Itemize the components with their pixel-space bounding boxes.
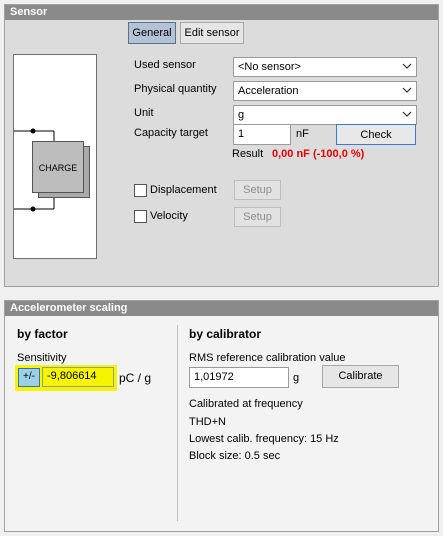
chevron-down-icon bbox=[402, 111, 412, 117]
sensor-diagram: CHARGE bbox=[13, 54, 97, 259]
used-sensor-select[interactable]: <No sensor> bbox=[233, 57, 417, 77]
tab-edit-sensor[interactable]: Edit sensor bbox=[180, 22, 244, 44]
calibrated-at-text: Calibrated at frequency bbox=[189, 398, 303, 410]
by-factor-heading: by factor bbox=[17, 327, 68, 341]
capacity-target-unit: nF bbox=[296, 128, 309, 140]
unit-label: Unit bbox=[134, 107, 154, 119]
capacity-target-label: Capacity target bbox=[134, 127, 208, 139]
physical-quantity-select[interactable]: Acceleration bbox=[233, 81, 417, 101]
displacement-setup-button[interactable]: Setup bbox=[234, 180, 281, 200]
velocity-checkbox[interactable] bbox=[134, 210, 147, 223]
block-size-text: Block size: 0.5 sec bbox=[189, 450, 281, 462]
capacity-target-input[interactable]: 1 bbox=[233, 124, 291, 145]
check-button[interactable]: Check bbox=[336, 124, 416, 145]
calibrate-button[interactable]: Calibrate bbox=[322, 365, 399, 388]
chevron-down-icon bbox=[402, 63, 412, 69]
lowest-freq-text: Lowest calib. frequency: 15 Hz bbox=[189, 433, 339, 445]
chevron-down-icon bbox=[402, 87, 412, 93]
used-sensor-label: Used sensor bbox=[134, 59, 196, 71]
rms-label: RMS reference calibration value bbox=[189, 352, 346, 364]
physical-quantity-value: Acceleration bbox=[238, 85, 299, 97]
velocity-setup-button[interactable]: Setup bbox=[234, 207, 281, 227]
sensitivity-input[interactable]: -9,806614 bbox=[42, 367, 114, 387]
result-value: 0,00 nF (-100,0 %) bbox=[272, 148, 365, 160]
rms-input[interactable]: 1,01972 bbox=[189, 367, 289, 388]
velocity-label: Velocity bbox=[150, 210, 188, 222]
sensitivity-label: Sensitivity bbox=[17, 352, 67, 364]
column-divider bbox=[177, 325, 178, 521]
unit-value: g bbox=[238, 109, 245, 121]
physical-quantity-label: Physical quantity bbox=[134, 83, 217, 95]
by-calibrator-heading: by calibrator bbox=[189, 327, 262, 341]
result-label: Result bbox=[232, 148, 264, 160]
scaling-panel: Accelerometer scaling by factor Sensitiv… bbox=[4, 300, 439, 532]
charge-box: CHARGE bbox=[32, 141, 84, 193]
sensor-panel: Sensor General Edit sensor CHARGE Used s… bbox=[4, 4, 439, 287]
rms-unit: g bbox=[293, 372, 300, 384]
unit-select[interactable]: g bbox=[233, 105, 417, 125]
sensitivity-unit: pC / g bbox=[119, 371, 152, 385]
sign-toggle-button[interactable]: +/- bbox=[18, 368, 40, 387]
sensor-panel-title: Sensor bbox=[5, 5, 438, 20]
displacement-label: Displacement bbox=[150, 184, 217, 196]
thd-text: THD+N bbox=[189, 416, 226, 428]
scaling-panel-title: Accelerometer scaling bbox=[5, 301, 438, 316]
tab-general[interactable]: General bbox=[128, 22, 176, 44]
used-sensor-value: <No sensor> bbox=[238, 61, 301, 73]
displacement-checkbox[interactable] bbox=[134, 184, 147, 197]
